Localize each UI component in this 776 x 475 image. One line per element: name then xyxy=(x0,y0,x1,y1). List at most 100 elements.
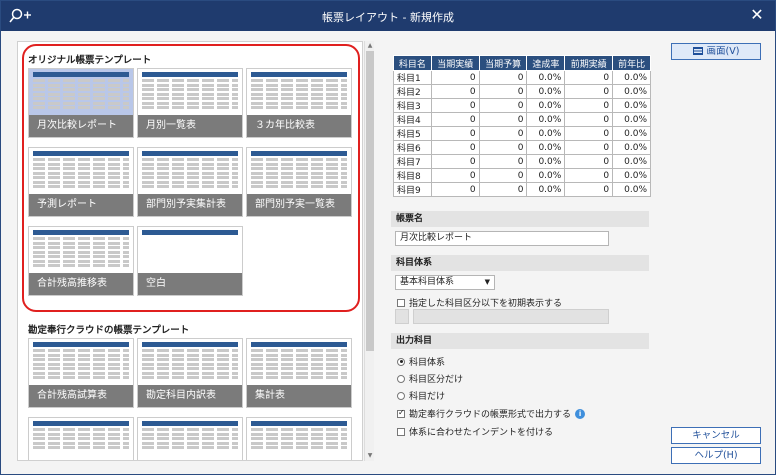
template-dept-budget-list[interactable]: 部門別予実一覧表 xyxy=(246,147,352,217)
report-name-heading: 帳票名 xyxy=(391,211,649,227)
column-header: 前期実績 xyxy=(564,55,614,71)
table-cell: 0 xyxy=(478,126,528,141)
template-scrollbar[interactable]: ▲ ▼ xyxy=(364,41,374,461)
template-thumbnail xyxy=(33,342,129,386)
template-label: 勘定科目内訳表 xyxy=(138,385,242,407)
table-cell: 科目4 xyxy=(393,112,432,127)
table-cell: 0 xyxy=(564,168,614,183)
template-partial[interactable] xyxy=(137,417,243,460)
info-icon[interactable]: i xyxy=(575,408,586,419)
account-class-field xyxy=(413,309,609,324)
template-3year-compare[interactable]: ３カ年比較表 xyxy=(246,68,352,138)
checkbox-box[interactable] xyxy=(397,427,405,436)
template-thumbnail xyxy=(33,151,129,195)
table-cell: 0.0% xyxy=(612,84,651,99)
radio-label: 科目だけ xyxy=(409,392,446,402)
table-cell: 0 xyxy=(478,84,528,99)
output-format-checkbox[interactable]: 勘定奉行クラウドの帳票形式で出力する i xyxy=(397,407,586,420)
table-cell: 0 xyxy=(478,168,528,183)
account-class-picker xyxy=(395,309,409,324)
table-cell: 0.0% xyxy=(526,168,566,183)
output-heading: 出力科目 xyxy=(391,333,649,349)
table-cell: 0 xyxy=(564,140,614,155)
template-forecast[interactable]: 予測レポート xyxy=(28,147,134,217)
cancel-button[interactable]: キャンセル xyxy=(671,427,761,444)
column-header: 科目名 xyxy=(393,55,432,71)
template-thumbnail xyxy=(33,72,129,116)
radio-account-class-only[interactable]: 科目区分だけ xyxy=(397,372,463,385)
table-cell: 0 xyxy=(564,126,614,141)
radio-account-system[interactable]: 科目体系 xyxy=(397,355,445,368)
table-cell: 0 xyxy=(564,98,614,113)
template-thumbnail xyxy=(251,421,347,460)
help-button[interactable]: ヘルプ(H) xyxy=(671,447,761,464)
table-cell: 0 xyxy=(478,70,528,85)
table-cell: 0 xyxy=(564,70,614,85)
table-cell: 0.0% xyxy=(612,70,651,85)
table-cell: 0 xyxy=(430,70,480,85)
output-format-label: 勘定奉行クラウドの帳票形式で出力する xyxy=(409,410,572,420)
template-monthly-list[interactable]: 月別一覧表 xyxy=(137,68,243,138)
table-cell: 0 xyxy=(564,84,614,99)
template-partial[interactable] xyxy=(246,417,352,460)
template-thumbnail xyxy=(142,151,238,195)
table-cell: 科目9 xyxy=(393,182,432,197)
table-cell: 0.0% xyxy=(612,98,651,113)
table-cell: 0 xyxy=(430,168,480,183)
template-account-detail[interactable]: 勘定科目内訳表 xyxy=(137,338,243,408)
table-cell: 0 xyxy=(430,84,480,99)
table-cell: 0.0% xyxy=(526,126,566,141)
template-trial-balance[interactable]: 合計残高試算表 xyxy=(28,338,134,408)
table-cell: 0 xyxy=(430,98,480,113)
table-cell: 0 xyxy=(430,112,480,127)
account-system-select[interactable]: 基本科目体系 ▼ xyxy=(395,275,495,290)
table-cell: 科目7 xyxy=(393,154,432,169)
table-cell: 0 xyxy=(478,112,528,127)
template-label: 合計残高試算表 xyxy=(29,385,133,407)
report-name-input[interactable]: 月次比較レポート xyxy=(395,231,609,246)
template-monthly-compare[interactable]: 月次比較レポート xyxy=(28,68,134,138)
scroll-up-icon[interactable]: ▲ xyxy=(366,42,374,50)
scroll-down-icon[interactable]: ▼ xyxy=(366,452,374,460)
checkbox-box[interactable] xyxy=(397,408,405,418)
table-cell: 0 xyxy=(478,98,528,113)
table-cell: 0 xyxy=(564,182,614,197)
table-cell: 0.0% xyxy=(612,182,651,197)
template-partial[interactable] xyxy=(28,417,134,460)
account-system-heading: 科目体系 xyxy=(391,255,649,271)
template-blank[interactable]: 空白 xyxy=(137,226,243,296)
table-row: 科目4 0 0 0.0% 0 0.0% xyxy=(393,112,651,127)
table-cell: 0.0% xyxy=(612,126,651,141)
screen-icon xyxy=(692,47,703,55)
table-cell: 0.0% xyxy=(526,182,566,197)
radio-account-only[interactable]: 科目だけ xyxy=(397,389,445,402)
table-cell: 0.0% xyxy=(526,70,566,85)
radio-button[interactable] xyxy=(397,357,405,366)
table-cell: 0.0% xyxy=(526,140,566,155)
screen-button[interactable]: 画面(V) xyxy=(671,43,761,60)
template-balance-trend[interactable]: 合計残高推移表 xyxy=(28,226,134,296)
template-dept-budget-summary[interactable]: 部門別予実集計表 xyxy=(137,147,243,217)
close-icon[interactable]: ✕ xyxy=(747,5,767,25)
table-cell: 0 xyxy=(430,126,480,141)
table-cell: 科目8 xyxy=(393,168,432,183)
table-row: 科目9 0 0 0.0% 0 0.0% xyxy=(393,182,651,197)
template-thumbnail xyxy=(142,72,238,116)
indent-checkbox[interactable]: 体系に合わせたインデントを付ける xyxy=(397,425,553,438)
template-thumbnail xyxy=(33,230,129,274)
template-label: 月次比較レポート xyxy=(29,115,133,137)
template-label: 予測レポート xyxy=(29,194,133,216)
checkbox-box[interactable] xyxy=(397,298,405,307)
table-row: 科目3 0 0 0.0% 0 0.0% xyxy=(393,98,651,113)
initial-display-checkbox[interactable]: 指定した科目区分以下を初期表示する xyxy=(397,296,562,309)
scroll-thumb[interactable] xyxy=(366,51,374,351)
template-pane: オリジナル帳票テンプレート 月次比較レポート 月別一覧表 ３カ年比較表 予測レポ… xyxy=(17,41,363,461)
column-header: 当期予算 xyxy=(478,55,528,71)
radio-button[interactable] xyxy=(397,391,405,400)
table-cell: 0 xyxy=(478,182,528,197)
template-thumbnail xyxy=(142,342,238,386)
template-summary[interactable]: 集計表 xyxy=(246,338,352,408)
radio-button[interactable] xyxy=(397,374,405,383)
indent-label: 体系に合わせたインデントを付ける xyxy=(409,428,554,438)
table-cell: 0.0% xyxy=(526,98,566,113)
